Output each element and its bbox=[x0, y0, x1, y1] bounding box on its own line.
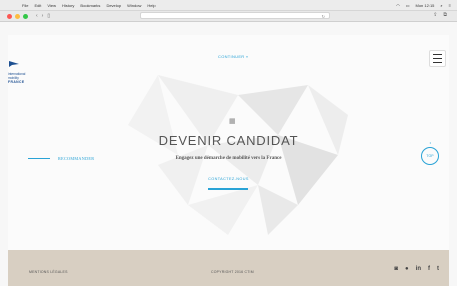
recommander-label: RECOMMANDER bbox=[58, 156, 95, 161]
menu-file[interactable]: File bbox=[22, 3, 28, 8]
share-icon[interactable]: ⇪ bbox=[433, 12, 437, 18]
double-chevron-icon: » bbox=[245, 54, 249, 59]
menubar-status: ◠ ▭ Mon 12:15 ⌕ ≡ bbox=[396, 3, 451, 8]
logo-line3: FRANCE bbox=[8, 80, 25, 85]
grid-icon: ▦ bbox=[229, 118, 236, 125]
nav-buttons: ‹ › ▯ bbox=[36, 13, 50, 19]
sidebar-icon[interactable]: ▯ bbox=[47, 13, 50, 19]
menu-view[interactable]: View bbox=[47, 3, 56, 8]
contact-link[interactable]: CONTACTEZ-NOUS bbox=[8, 177, 449, 181]
menu-history[interactable]: History bbox=[62, 3, 74, 8]
site-footer: MENTIONS LÉGALES COPYRIGHT 2016 CTIM ◙ ●… bbox=[8, 250, 449, 286]
site-logo[interactable]: international mobility FRANCE bbox=[8, 55, 38, 84]
menubar-items: File Edit View History Bookmarks Develop… bbox=[22, 3, 156, 8]
back-button[interactable]: ‹ bbox=[36, 13, 38, 19]
facebook-icon[interactable]: f bbox=[428, 266, 430, 272]
menu-bookmarks[interactable]: Bookmarks bbox=[80, 3, 100, 8]
window-controls bbox=[7, 13, 28, 19]
linkedin-icon[interactable]: in bbox=[416, 266, 421, 272]
list-icon[interactable]: ≡ bbox=[449, 3, 451, 8]
twitter-icon[interactable]: t bbox=[437, 266, 439, 272]
back-to-top-button[interactable]: TOP bbox=[421, 147, 439, 165]
search-icon[interactable]: ⌕ bbox=[440, 3, 442, 8]
social-links: ◙ ● in f t bbox=[394, 266, 439, 272]
copyright-text: COPYRIGHT 2016 CTIM bbox=[211, 270, 254, 274]
hero-title: DEVENIR CANDIDAT bbox=[158, 133, 299, 148]
mac-menubar: File Edit View History Bookmarks Develop… bbox=[0, 0, 457, 11]
minimize-window-button[interactable] bbox=[15, 13, 20, 19]
forward-button[interactable]: › bbox=[42, 13, 44, 19]
instagram-icon[interactable]: ◙ bbox=[394, 266, 398, 272]
website-viewport: international mobility FRANCE CONTINUER … bbox=[8, 35, 449, 286]
menu-help[interactable]: Help bbox=[147, 3, 155, 8]
zoom-window-button[interactable] bbox=[23, 13, 28, 19]
browser-toolbar: ‹ › ▯ ↻ ⇪ ⧉ bbox=[0, 11, 457, 22]
contact-underline bbox=[208, 188, 248, 190]
toolbar-right: ⇪ ⧉ bbox=[433, 12, 447, 18]
recommander-line bbox=[28, 157, 50, 160]
legal-link[interactable]: MENTIONS LÉGALES bbox=[29, 270, 68, 274]
close-window-button[interactable] bbox=[7, 13, 12, 19]
continuer-label: CONTINUER bbox=[218, 54, 245, 59]
address-bar[interactable]: ↻ bbox=[140, 12, 330, 19]
bird-logo-icon bbox=[9, 61, 19, 67]
hamburger-menu-button[interactable] bbox=[429, 50, 446, 67]
battery-icon[interactable]: ▭ bbox=[406, 3, 410, 8]
recommander-link[interactable]: RECOMMANDER bbox=[28, 156, 94, 161]
reload-icon[interactable]: ↻ bbox=[322, 14, 325, 19]
flickr-icon[interactable]: ● bbox=[405, 266, 409, 272]
hamburger-icon bbox=[433, 53, 442, 65]
menu-develop[interactable]: Develop bbox=[106, 3, 121, 8]
tabs-icon[interactable]: ⧉ bbox=[443, 12, 447, 18]
menu-edit[interactable]: Edit bbox=[34, 3, 41, 8]
wifi-icon[interactable]: ◠ bbox=[396, 3, 400, 8]
top-dot-icon: • bbox=[429, 140, 431, 145]
clock[interactable]: Mon 12:15 bbox=[416, 3, 435, 8]
menu-window[interactable]: Window bbox=[127, 3, 141, 8]
continuer-link[interactable]: CONTINUER » bbox=[218, 54, 248, 59]
